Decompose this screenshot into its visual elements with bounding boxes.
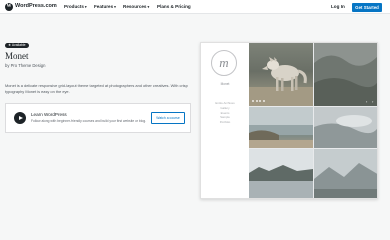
monet-logo-icon: m	[211, 50, 237, 76]
learn-title: Learn WordPress	[31, 112, 67, 117]
chevron-right-icon[interactable]: ›	[372, 99, 373, 104]
chevron-down-icon: ▾	[147, 5, 150, 9]
learn-text: Follow along with beginner-friendly cour…	[31, 119, 147, 123]
theme-title: Monet	[5, 51, 29, 61]
get-started-button[interactable]: Get Started	[352, 3, 382, 12]
play-icon[interactable]	[14, 112, 26, 124]
availability-badge: ★ Available	[5, 43, 29, 48]
nav-plans-label: Plans & Pricing	[157, 4, 191, 9]
photo-fog	[314, 107, 377, 148]
nav-products-label: Products	[64, 4, 84, 9]
photo-wolf	[249, 43, 313, 106]
photo-lake	[249, 149, 313, 198]
photo-grid: ‹ ›	[249, 43, 377, 198]
nav-plans-pricing[interactable]: Plans & Pricing	[157, 4, 191, 9]
preview-menu: Entire Archives Gallery Events Sample Po…	[201, 101, 249, 125]
theme-author[interactable]: by Pro Theme Design	[5, 63, 45, 68]
nav-resources[interactable]: Resources▾	[123, 4, 149, 9]
lake-illustration	[249, 149, 313, 198]
brand-name[interactable]: WordPress.com	[15, 3, 57, 9]
photo-coast	[249, 107, 313, 148]
nav-features-label: Features	[94, 4, 114, 9]
theme-preview[interactable]: m Monet Entire Archives Gallery Events S…	[200, 42, 378, 199]
nav-products[interactable]: Products▾	[64, 4, 87, 9]
watch-course-button[interactable]: Watch a course	[151, 112, 185, 124]
wolf-illustration	[249, 57, 313, 106]
chevron-left-icon[interactable]: ‹	[366, 99, 367, 104]
learn-wordpress-card: Learn WordPress Follow along with beginn…	[5, 103, 191, 133]
forest-illustration	[314, 43, 377, 106]
wordpress-logo-icon[interactable]: W	[5, 3, 13, 11]
preview-sidebar: m Monet Entire Archives Gallery Events S…	[201, 43, 249, 198]
availability-label: Available	[11, 43, 26, 47]
mountain-illustration	[314, 149, 377, 198]
chevron-down-icon: ▾	[84, 5, 87, 9]
star-icon: ★	[8, 43, 12, 47]
photo-mountains	[314, 149, 377, 198]
login-link[interactable]: Log In	[331, 4, 345, 9]
nav-resources-label: Resources	[123, 4, 147, 9]
fog-illustration	[314, 107, 377, 148]
theme-description: Monet is a delicate responsive grid-layo…	[5, 83, 188, 94]
slider-dots[interactable]	[252, 100, 265, 102]
top-navigation: W WordPress.com Products▾ Features▾ Reso…	[0, 0, 390, 14]
preview-menu-item: Portfolio	[219, 120, 231, 125]
photo-misty-forest: ‹ ›	[314, 43, 377, 106]
preview-site-title: Monet	[220, 82, 230, 86]
chevron-down-icon: ▾	[114, 5, 116, 9]
nav-features[interactable]: Features▾	[94, 4, 116, 9]
coast-illustration	[249, 107, 313, 148]
